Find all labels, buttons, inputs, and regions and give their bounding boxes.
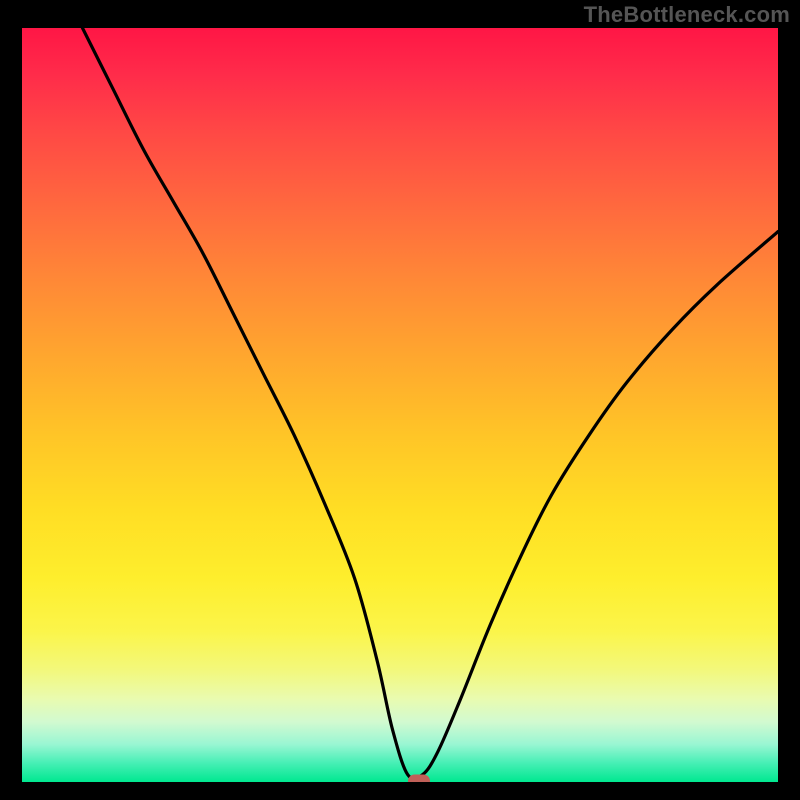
bottleneck-curve <box>22 28 778 782</box>
watermark-text: TheBottleneck.com <box>584 2 790 28</box>
optimal-point-marker <box>408 775 430 782</box>
chart-frame: TheBottleneck.com <box>0 0 800 800</box>
plot-area <box>22 28 778 782</box>
curve-path <box>83 28 779 779</box>
